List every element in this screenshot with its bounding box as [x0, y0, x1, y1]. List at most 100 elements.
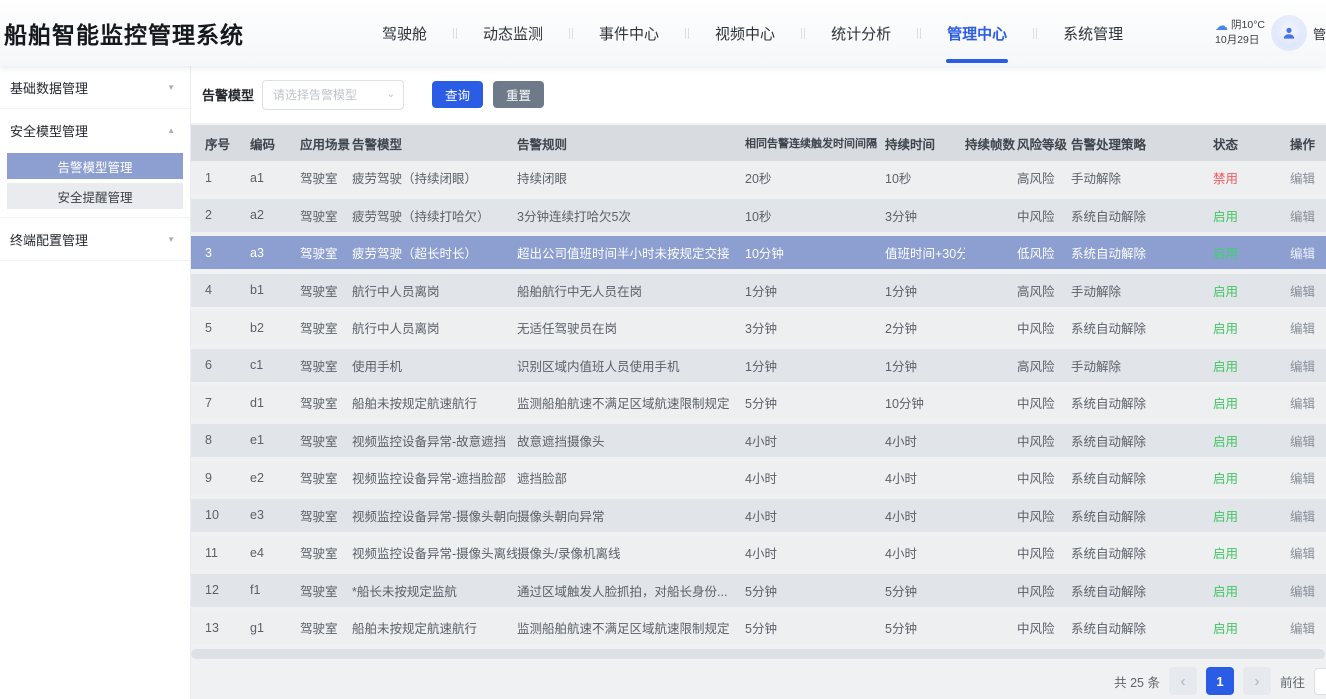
cell-scene: 驾驶室: [300, 243, 352, 262]
cell-scene: 驾驶室: [300, 581, 352, 600]
nav-item-2[interactable]: 动态监测: [457, 0, 569, 66]
cell-interval: 1分钟: [745, 356, 885, 375]
cell-interval: 5分钟: [745, 581, 885, 600]
edit-link[interactable]: 编辑: [1290, 243, 1326, 262]
cell-risk: 中风险: [1017, 618, 1071, 637]
table-row[interactable]: 8e1驾驶室视频监控设备异常-故意遮挡故意遮挡摄像头4小时4小时中风险系统自动解…: [190, 424, 1326, 457]
cell-seq: 12: [205, 583, 250, 597]
cell-code: a1: [250, 171, 300, 185]
edit-link[interactable]: 编辑: [1290, 318, 1326, 337]
cell-seq: 1: [205, 171, 250, 185]
cell-seq: 9: [205, 471, 250, 485]
header-right: ☁ 阴10°C 10月29日 管理员: [1215, 18, 1326, 48]
table-row[interactable]: 10e3驾驶室视频监控设备异常-摄像头朝向异常摄像头朝向异常4小时4小时中风险系…: [190, 499, 1326, 532]
cell-seq: 11: [205, 546, 250, 560]
user-avatar[interactable]: [1274, 18, 1304, 48]
edit-link[interactable]: 编辑: [1290, 393, 1326, 412]
edit-link[interactable]: 编辑: [1290, 506, 1326, 525]
table-row[interactable]: 7d1驾驶室船舶未按规定航速航行监测船舶航速不满足区域航速限制规定5分钟10分钟…: [190, 386, 1326, 419]
goto-page-input[interactable]: [1314, 668, 1326, 695]
horizontal-scrollbar[interactable]: [191, 649, 1325, 659]
nav-item-7[interactable]: 系统管理: [1037, 0, 1149, 66]
prev-page-button[interactable]: ‹: [1169, 667, 1197, 695]
table-row[interactable]: 6c1驾驶室使用手机识别区域内值班人员使用手机1分钟1分钟高风险手动解除启用编辑: [190, 349, 1326, 382]
edit-link[interactable]: 编辑: [1290, 206, 1326, 225]
column-header: 风险等级: [1017, 134, 1071, 153]
user-name[interactable]: 管理员: [1313, 24, 1326, 43]
app-title: 船舶智能监控管理系统: [4, 16, 244, 50]
nav-item-5[interactable]: 统计分析: [805, 0, 917, 66]
edit-link[interactable]: 编辑: [1290, 281, 1326, 300]
edit-link[interactable]: 编辑: [1290, 581, 1326, 600]
table-row[interactable]: 9e2驾驶室视频监控设备异常-遮挡脸部遮挡脸部4小时4小时中风险系统自动解除启用…: [190, 461, 1326, 494]
sidebar-group-header-3[interactable]: 终端配置管理▼: [0, 218, 190, 260]
next-page-button[interactable]: ›: [1243, 667, 1271, 695]
sidebar-group-header-1[interactable]: 基础数据管理 ▼: [0, 66, 190, 108]
edit-link[interactable]: 编辑: [1290, 168, 1326, 187]
table-row[interactable]: 3a3驾驶室疲劳驾驶（超长时长）超出公司值班时间半小时未按规定交接10分钟值班时…: [190, 236, 1326, 269]
cell-model: 航行中人员离岗: [352, 318, 517, 337]
cell-duration: 10分钟: [885, 393, 965, 412]
table-row[interactable]: 13g1驾驶室船舶未按规定航速航行监测船舶航速不满足区域航速限制规定5分钟5分钟…: [190, 611, 1326, 644]
cell-duration: 5分钟: [885, 618, 965, 637]
alarm-model-select[interactable]: 请选择告警模型 ⌄: [262, 80, 404, 110]
cell-code: e2: [250, 471, 300, 485]
cell-status: 启用: [1213, 356, 1290, 375]
edit-link[interactable]: 编辑: [1290, 356, 1326, 375]
edit-link[interactable]: 编辑: [1290, 468, 1326, 487]
cell-code: a2: [250, 208, 300, 222]
cell-duration: 3分钟: [885, 206, 965, 225]
chevron-down-icon: ⌄: [387, 89, 395, 100]
cell-strategy: 系统自动解除: [1071, 506, 1213, 525]
table-row[interactable]: 12f1驾驶室*船长未按规定监航通过区域触发人脸抓拍，对船长身份...5分钟5分…: [190, 574, 1326, 607]
cell-rule: 3分钟连续打哈欠5次: [517, 206, 745, 225]
cell-status: 启用: [1213, 543, 1290, 562]
cell-model: 视频监控设备异常-摄像头朝向异常: [352, 506, 517, 525]
nav-item-1[interactable]: 驾驶舱: [356, 0, 453, 66]
reset-button[interactable]: 重置: [493, 81, 544, 108]
sidebar-group-label: 安全模型管理: [10, 121, 88, 140]
table-row[interactable]: 1a1驾驶室疲劳驾驶（持续闭眼）持续闭眼20秒10秒高风险手动解除禁用编辑: [190, 161, 1326, 194]
chevron-up-icon: ▲: [167, 126, 175, 135]
column-header: 持续时间: [885, 134, 965, 153]
cell-interval: 10分钟: [745, 243, 885, 262]
page-number-1[interactable]: 1: [1206, 667, 1234, 695]
sidebar-group-header-2[interactable]: 安全模型管理 ▲: [0, 109, 190, 151]
edit-link[interactable]: 编辑: [1290, 543, 1326, 562]
table-row[interactable]: 4b1驾驶室航行中人员离岗船舶航行中无人员在岗1分钟1分钟高风险手动解除启用编辑: [190, 274, 1326, 307]
table-row[interactable]: 11e4驾驶室视频监控设备异常-摄像头离线摄像头/录像机离线4小时4小时中风险系…: [190, 536, 1326, 569]
edit-link[interactable]: 编辑: [1290, 431, 1326, 450]
cell-strategy: 系统自动解除: [1071, 431, 1213, 450]
table-row[interactable]: 5b2驾驶室航行中人员离岗无适任驾驶员在岗3分钟2分钟中风险系统自动解除启用编辑: [190, 311, 1326, 344]
cell-risk: 中风险: [1017, 206, 1071, 225]
sidebar-sub-item[interactable]: 告警模型管理: [7, 153, 183, 179]
cell-interval: 4小时: [745, 506, 885, 525]
cell-strategy: 系统自动解除: [1071, 543, 1213, 562]
cell-interval: 4小时: [745, 431, 885, 450]
nav-item-6[interactable]: 管理中心: [921, 0, 1033, 66]
cell-status: 启用: [1213, 243, 1290, 262]
cell-status: 禁用: [1213, 168, 1290, 187]
cell-rule: 超出公司值班时间半小时未按规定交接: [517, 243, 745, 262]
cell-model: 使用手机: [352, 356, 517, 375]
nav-item-4[interactable]: 视频中心: [689, 0, 801, 66]
cell-scene: 驾驶室: [300, 281, 352, 300]
cell-scene: 驾驶室: [300, 318, 352, 337]
nav-item-3[interactable]: 事件中心: [573, 0, 685, 66]
cell-model: 视频监控设备异常-故意遮挡: [352, 431, 517, 450]
cell-interval: 1分钟: [745, 281, 885, 300]
column-header: 编码: [250, 134, 300, 153]
cell-strategy: 系统自动解除: [1071, 581, 1213, 600]
table-row[interactable]: 2a2驾驶室疲劳驾驶（持续打哈欠）3分钟连续打哈欠5次10秒3分钟中风险系统自动…: [190, 199, 1326, 232]
cell-model: 航行中人员离岗: [352, 281, 517, 300]
chevron-down-icon: ▼: [167, 83, 175, 92]
filter-bar: 告警模型 请选择告警模型 ⌄ 查询 重置: [190, 66, 1326, 123]
cell-risk: 中风险: [1017, 431, 1071, 450]
goto-label: 前往: [1280, 672, 1305, 691]
cell-rule: 持续闭眼: [517, 168, 745, 187]
cell-rule: 故意遮挡摄像头: [517, 431, 745, 450]
search-button[interactable]: 查询: [432, 81, 483, 108]
edit-link[interactable]: 编辑: [1290, 618, 1326, 637]
sidebar-group-label: 基础数据管理: [10, 78, 88, 97]
sidebar-sub-item[interactable]: 安全提醒管理: [7, 183, 183, 209]
